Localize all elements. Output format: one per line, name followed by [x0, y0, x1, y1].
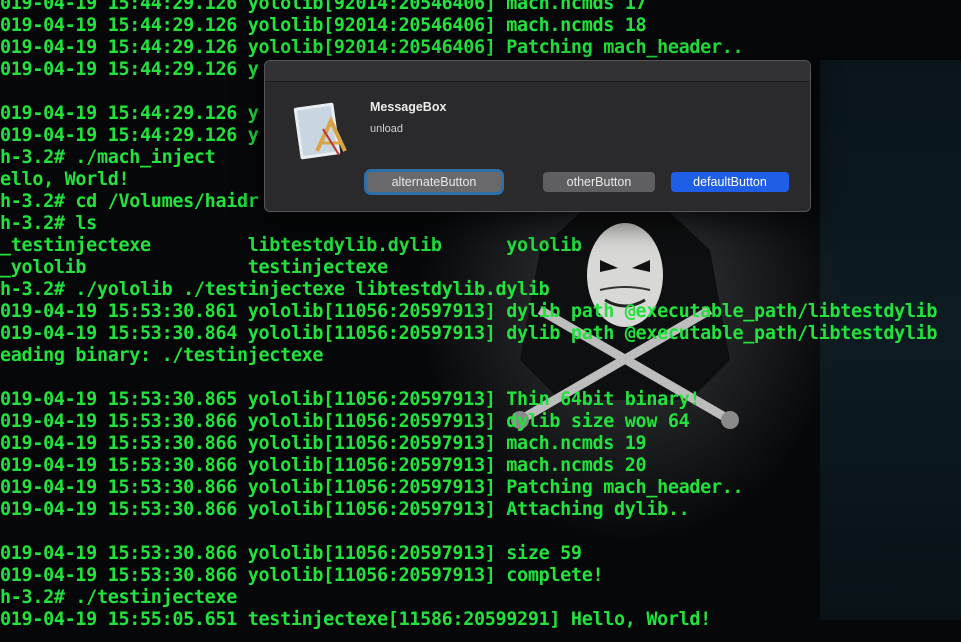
- terminal-line: 019-04-19 15:53:30.866 yololib[11056:205…: [0, 433, 647, 454]
- terminal-line: _yololib testinjectexe: [0, 257, 388, 278]
- dialog-title: MessageBox: [370, 100, 447, 114]
- message-box-dialog: MessageBox unload alternateButton otherB…: [264, 60, 811, 212]
- terminal-line: 019-04-19 15:53:30.866 yololib[11056:205…: [0, 543, 582, 564]
- terminal-line: 019-04-19 15:53:30.865 yololib[11056:205…: [0, 389, 701, 410]
- terminal-line: 019-04-19 15:53:30.866 yololib[11056:205…: [0, 477, 744, 498]
- terminal-line: h-3.2# ./yololib ./testinjectexe libtest…: [0, 279, 550, 300]
- terminal-line: 019-04-19 15:44:29.126 yololib[92014:205…: [0, 0, 647, 14]
- terminal-line: 019-04-19 15:44:29.126 yololib[92014:205…: [0, 37, 744, 58]
- dialog-titlebar[interactable]: [265, 61, 810, 82]
- terminal-line: 019-04-19 15:53:30.866 yololib[11056:205…: [0, 565, 604, 586]
- terminal-line: h-3.2# ./testinjectexe: [0, 587, 237, 608]
- terminal-line: 019-04-19 15:53:30.861 yololib[11056:205…: [0, 301, 938, 322]
- other-button[interactable]: otherButton: [543, 172, 655, 192]
- default-button[interactable]: defaultButton: [671, 172, 789, 192]
- terminal-line: 019-04-19 15:53:30.864 yololib[11056:205…: [0, 323, 938, 344]
- terminal-line: 019-04-19 15:53:30.866 yololib[11056:205…: [0, 455, 647, 476]
- terminal-line: 019-04-19 15:53:30.866 yololib[11056:205…: [0, 499, 690, 520]
- terminal-line: 019-04-19 15:53:30.866 yololib[11056:205…: [0, 411, 690, 432]
- script-editor-app-icon: [293, 102, 347, 160]
- dialog-message: unload: [370, 123, 404, 135]
- terminal-line: h-3.2# ls: [0, 213, 97, 234]
- terminal-line: 019-04-19 15:55:05.651 testinjectexe[115…: [0, 609, 711, 630]
- terminal-line: _testinjectexe libtestdylib.dylib yololi…: [0, 235, 582, 256]
- terminal-line: 019-04-19 15:44:29.126 yololib[92014:205…: [0, 15, 647, 36]
- terminal-line: eading binary: ./testinjectexe: [0, 345, 324, 366]
- alternate-button[interactable]: alternateButton: [367, 172, 501, 192]
